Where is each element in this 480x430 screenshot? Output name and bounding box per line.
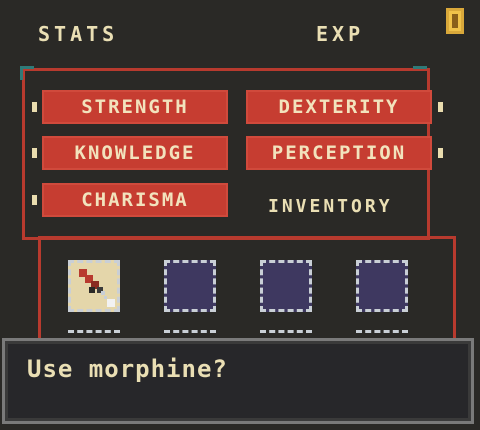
exit-door-icon[interactable] [444, 6, 466, 36]
stat-button-dexterity[interactable]: DEXTERITY [246, 90, 432, 124]
dialog-box[interactable]: Use morphine? [2, 338, 474, 424]
stat-pip [32, 102, 37, 112]
frame-corner-accent [413, 66, 427, 69]
frame-corner-accent [20, 66, 23, 80]
stat-button-knowledge[interactable]: KNOWLEDGE [42, 136, 228, 170]
tab-stats[interactable]: STATS [38, 22, 118, 46]
morphine-syringe-icon [79, 269, 115, 307]
stat-pip [32, 148, 37, 158]
stat-pip [438, 102, 443, 112]
inventory-slot-1[interactable] [68, 260, 120, 312]
inventory-label: INVENTORY [268, 196, 393, 217]
inventory-slot-4[interactable] [356, 260, 408, 312]
inventory-slot-3[interactable] [260, 260, 312, 312]
stat-button-perception[interactable]: PERCEPTION [246, 136, 432, 170]
tab-exp[interactable]: EXP [316, 22, 364, 46]
dialog-prompt: Use morphine? [27, 355, 228, 383]
stat-button-strength[interactable]: STRENGTH [42, 90, 228, 124]
stat-pip [438, 148, 443, 158]
inventory-slot-2[interactable] [164, 260, 216, 312]
stat-pip [32, 195, 37, 205]
stat-button-charisma[interactable]: CHARISMA [42, 183, 228, 217]
